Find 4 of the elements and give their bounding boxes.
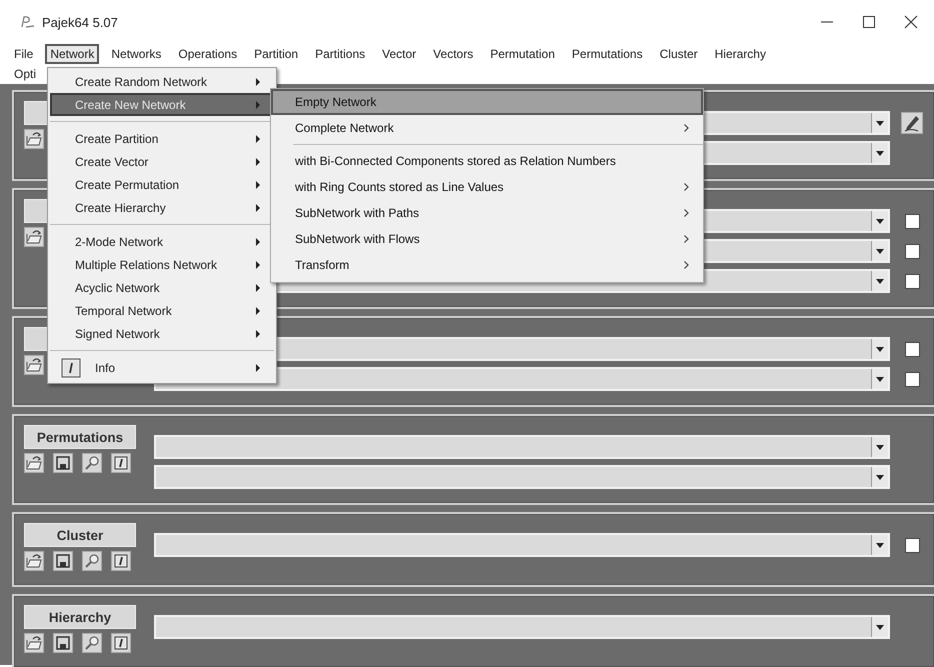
panel-label: Permutations <box>24 425 136 449</box>
panel-label: Hierarchy <box>24 605 136 629</box>
panel-label: Cluster <box>24 523 136 547</box>
window-title: Pajek64 5.07 <box>42 14 118 30</box>
